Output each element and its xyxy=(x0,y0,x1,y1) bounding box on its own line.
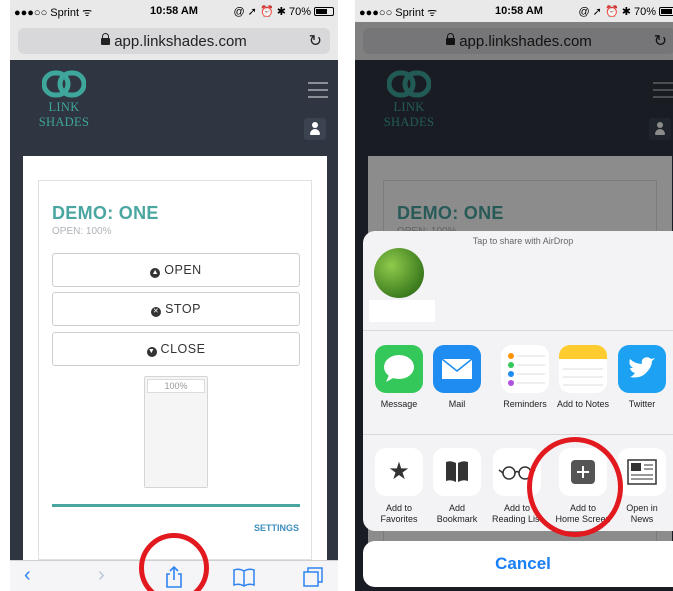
tabs-icon[interactable] xyxy=(302,566,324,588)
airdrop-label: Tap to share with AirDrop xyxy=(472,236,574,246)
indicator-icons: @ ➚ ⏰ ✱ 70% xyxy=(233,6,311,18)
battery-icon-2 xyxy=(659,7,673,16)
url-display: app.linkshades.com xyxy=(18,33,330,50)
airdrop-contact-avatar[interactable] xyxy=(374,248,424,298)
link-shades-logo-icon xyxy=(42,70,86,98)
airdrop-contact-name xyxy=(369,300,435,322)
star-icon: ★ xyxy=(375,448,423,496)
settings-link[interactable]: SETTINGS xyxy=(254,523,299,533)
cancel-button[interactable]: Cancel xyxy=(363,541,673,587)
reminders-icon xyxy=(501,345,549,393)
favorites-label: Add to Favorites xyxy=(380,503,418,524)
close-label: CLOSE xyxy=(160,342,206,356)
share-sheet: Tap to share with AirDrop Message Mail R… xyxy=(363,231,673,531)
shade-level-slider[interactable]: 100% xyxy=(144,376,208,488)
share-app-reminders[interactable]: Reminders xyxy=(493,345,557,409)
stop-button[interactable]: ✕ STOP xyxy=(52,292,300,326)
stop-circle-icon: ✕ xyxy=(151,307,162,317)
action-add-to-favorites[interactable]: ★ Add to Favorites xyxy=(367,448,431,525)
share-app-message[interactable]: Message xyxy=(367,345,431,409)
twitter-label: Twitter xyxy=(628,399,656,409)
open-label: OPEN xyxy=(164,263,202,277)
address-bar[interactable]: app.linkshades.com ↻ xyxy=(18,28,330,54)
reload-icon[interactable]: ↻ xyxy=(309,31,322,51)
mail-icon xyxy=(433,345,481,393)
brand-name: LINK SHADES xyxy=(38,100,90,129)
mail-label: Mail xyxy=(448,399,466,409)
highlight-ring-add-to-home xyxy=(527,437,623,537)
bookmarks-icon[interactable] xyxy=(232,567,256,587)
indicator-icons-2: @ ➚ ⏰ ✱ 70% xyxy=(578,6,656,18)
share-app-mail[interactable]: Mail xyxy=(425,345,489,409)
website-content: LINK SHADES DEMO: ONE OPEN: 100% ▲ OPEN ✕… xyxy=(10,60,338,591)
reminders-label: Reminders xyxy=(503,399,547,409)
close-button[interactable]: ▼ CLOSE xyxy=(52,332,300,366)
message-icon xyxy=(375,345,423,393)
device-status: OPEN: 100% xyxy=(52,226,112,237)
left-phone-screen: ●●●○○ Sprint ᯤ 10:58 AM @ ➚ ⏰ ✱ 70% app.… xyxy=(10,0,338,591)
open-button[interactable]: ▲ OPEN xyxy=(52,253,300,287)
site-logo[interactable]: LINK SHADES xyxy=(24,70,104,130)
status-indicators-2: @ ➚ ⏰ ✱ 70% xyxy=(578,5,673,18)
divider xyxy=(52,504,300,507)
lock-icon xyxy=(101,33,111,45)
battery-icon xyxy=(314,7,334,16)
bookmark-label: Add Bookmark xyxy=(436,503,478,524)
twitter-icon xyxy=(618,345,666,393)
status-bar-2: ●●●○○ Sprint ᯤ 10:58 AM @ ➚ ⏰ ✱ 70% xyxy=(355,0,673,22)
status-indicators: @ ➚ ⏰ ✱ 70% xyxy=(233,5,334,18)
arrow-down-circle-icon: ▼ xyxy=(146,347,157,357)
user-icon xyxy=(312,122,318,128)
status-bar: ●●●○○ Sprint ᯤ 10:58 AM @ ➚ ⏰ ✱ 70% xyxy=(10,0,338,22)
back-icon[interactable]: ‹ xyxy=(24,564,31,587)
news-icon xyxy=(618,448,666,496)
user-account-button[interactable] xyxy=(304,118,326,140)
sheet-separator-1 xyxy=(363,330,673,331)
content-panel: DEMO: ONE OPEN: 100% ▲ OPEN ✕ STOP ▼ CLOSE … xyxy=(23,156,327,576)
level-fill xyxy=(145,377,207,487)
action-add-bookmark[interactable]: Add Bookmark xyxy=(425,448,489,525)
device-title: DEMO: ONE xyxy=(52,203,159,223)
stop-label: STOP xyxy=(165,302,201,316)
device-card: DEMO: ONE OPEN: 100% ▲ OPEN ✕ STOP ▼ CLOSE … xyxy=(38,180,312,560)
forward-icon[interactable]: › xyxy=(98,564,105,587)
url-text: app.linkshades.com xyxy=(114,33,247,50)
share-app-notes[interactable]: Add to Notes xyxy=(551,345,615,409)
book-icon xyxy=(433,448,481,496)
right-phone-screen: ●●●○○ Sprint ᯤ 10:58 AM @ ➚ ⏰ ✱ 70% app.… xyxy=(355,0,673,591)
menu-icon[interactable] xyxy=(308,82,328,103)
notes-icon xyxy=(559,345,607,393)
sheet-separator-2 xyxy=(363,434,673,435)
notes-label: Add to Notes xyxy=(556,399,610,409)
news-label: Open in News xyxy=(626,503,658,524)
share-app-twitter[interactable]: Twitter xyxy=(610,345,673,409)
message-label: Message xyxy=(380,399,418,409)
arrow-up-circle-icon: ▲ xyxy=(150,268,161,278)
level-handle[interactable]: 100% xyxy=(147,379,205,393)
